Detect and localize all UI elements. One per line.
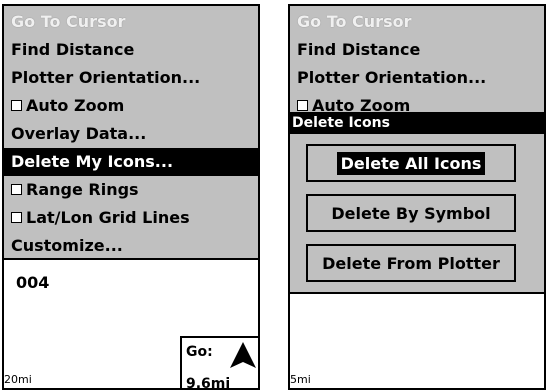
button-label: Delete By Symbol <box>331 203 491 223</box>
menu-item-go-to-cursor[interactable]: Go To Cursor <box>4 8 258 36</box>
menu-item-label: Overlay Data... <box>11 124 147 143</box>
delete-by-symbol-button[interactable]: Delete By Symbol <box>306 194 516 232</box>
menu-item-customize[interactable]: Customize... <box>4 232 258 260</box>
menu-item-label: Find Distance <box>11 40 135 59</box>
map-scale-label: 20mi <box>4 373 32 386</box>
menu-item-label: Plotter Orientation... <box>11 68 201 87</box>
menu-item-delete-my-icons[interactable]: Delete My Icons... <box>4 148 258 176</box>
menu-item-label: Go To Cursor <box>11 12 126 31</box>
menu-item-label: Go To Cursor <box>297 12 412 31</box>
menu-item-label: Customize... <box>11 236 123 255</box>
menu-item-overlay-data[interactable]: Overlay Data... <box>4 120 258 148</box>
left-screen: Go To Cursor Find Distance Plotter Orien… <box>2 4 260 390</box>
delete-icons-dialog: Delete Icons Delete All Icons Delete By … <box>290 112 544 294</box>
checkbox-icon[interactable] <box>11 184 22 195</box>
menu-item-label: Lat/Lon Grid Lines <box>26 208 190 227</box>
menu-item-lat-lon-grid-lines[interactable]: Lat/Lon Grid Lines <box>4 204 258 232</box>
delete-all-icons-button[interactable]: Delete All Icons <box>306 144 516 182</box>
go-distance: 9.6mi <box>186 376 231 390</box>
right-screen: Go To Cursor Find Distance Plotter Orien… <box>288 4 546 390</box>
checkbox-icon[interactable] <box>11 100 22 111</box>
menu-item-label: Plotter Orientation... <box>297 68 487 87</box>
go-label: Go: <box>186 344 213 360</box>
menu-item-plotter-orientation[interactable]: Plotter Orientation... <box>4 64 258 92</box>
menu-item-go-to-cursor[interactable]: Go To Cursor <box>290 8 544 36</box>
menu-item-label: Find Distance <box>297 40 421 59</box>
menu-item-find-distance[interactable]: Find Distance <box>4 36 258 64</box>
checkbox-icon[interactable] <box>11 212 22 223</box>
map-options-menu-background: Go To Cursor Find Distance Plotter Orien… <box>290 6 544 115</box>
menu-item-label: Delete My Icons... <box>11 152 174 171</box>
navigation-arrow-icon <box>230 342 256 368</box>
button-label: Delete From Plotter <box>322 253 500 273</box>
menu-item-range-rings[interactable]: Range Rings <box>4 176 258 204</box>
waypoint-label: 004 <box>16 273 50 292</box>
map-scale-label: 5mi <box>290 373 311 386</box>
menu-item-auto-zoom[interactable]: Auto Zoom <box>4 92 258 120</box>
menu-item-plotter-orientation[interactable]: Plotter Orientation... <box>290 64 544 92</box>
menu-item-label: Auto Zoom <box>26 96 125 115</box>
dialog-title: Delete Icons <box>290 112 544 134</box>
button-label: Delete All Icons <box>336 151 486 175</box>
delete-from-plotter-button[interactable]: Delete From Plotter <box>306 244 516 282</box>
menu-item-label: Range Rings <box>26 180 139 199</box>
menu-item-find-distance[interactable]: Find Distance <box>290 36 544 64</box>
go-to-box: Go: 9.6mi <box>180 336 258 390</box>
checkbox-icon[interactable] <box>297 100 308 111</box>
map-options-menu: Go To Cursor Find Distance Plotter Orien… <box>4 6 258 260</box>
